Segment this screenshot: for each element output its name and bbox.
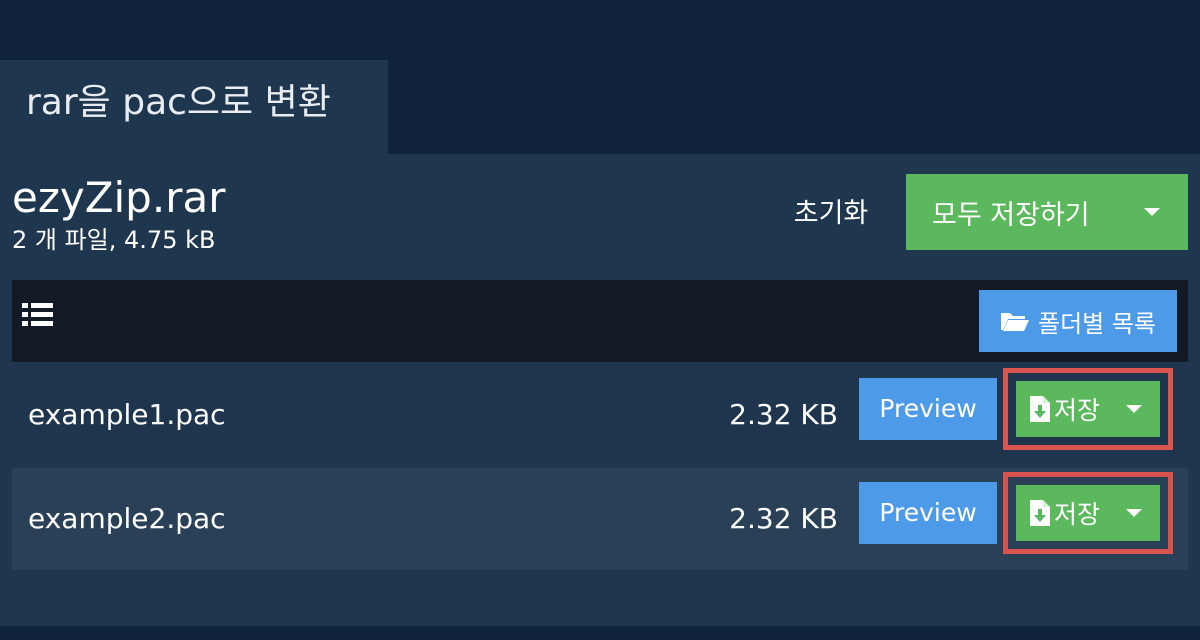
page-title-tab: rar을 pac으로 변환 (0, 60, 388, 154)
save-highlight: 저장 (1003, 368, 1173, 450)
archive-name: ezyZip.rar (12, 173, 226, 222)
reset-button[interactable]: 초기화 (776, 192, 886, 236)
save-label: 저장 (1054, 500, 1101, 529)
file-name: example2.pac (28, 502, 226, 535)
caret-down-icon[interactable] (1144, 208, 1160, 216)
caret-down-icon[interactable] (1126, 405, 1142, 413)
file-download-icon (1030, 396, 1050, 422)
file-size: 2.32 KB (729, 398, 838, 431)
file-row: example2.pac 2.32 KB Preview 저장 (12, 468, 1188, 570)
folder-open-icon (1000, 313, 1029, 331)
footer-strip (0, 626, 1200, 640)
file-download-icon (1030, 500, 1050, 526)
save-all-button[interactable]: 모두 저장하기 (906, 174, 1188, 250)
save-button[interactable]: 저장 (1016, 485, 1160, 541)
folder-view-button[interactable]: 폴더별 목록 (979, 290, 1177, 352)
file-row: example1.pac 2.32 KB Preview 저장 (12, 364, 1188, 466)
page-title: rar을 pac으로 변환 (26, 82, 331, 123)
preview-button[interactable]: Preview (859, 482, 997, 544)
save-label: 저장 (1054, 396, 1101, 425)
save-button[interactable]: 저장 (1016, 381, 1160, 437)
save-all-label: 모두 저장하기 (932, 199, 1090, 231)
save-highlight: 저장 (1003, 472, 1173, 554)
folder-view-label: 폴더별 목록 (1037, 309, 1157, 338)
file-size: 2.32 KB (729, 502, 838, 535)
preview-button[interactable]: Preview (859, 378, 997, 440)
archive-meta: 2 개 파일, 4.75 kB (12, 226, 216, 254)
list-icon[interactable] (22, 302, 54, 328)
archive-panel: ezyZip.rar 2 개 파일, 4.75 kB 초기화 모두 저장하기 폴… (0, 154, 1200, 626)
caret-down-icon[interactable] (1126, 509, 1142, 517)
file-name: example1.pac (28, 398, 226, 431)
file-list-toolbar: 폴더별 목록 (12, 280, 1188, 362)
